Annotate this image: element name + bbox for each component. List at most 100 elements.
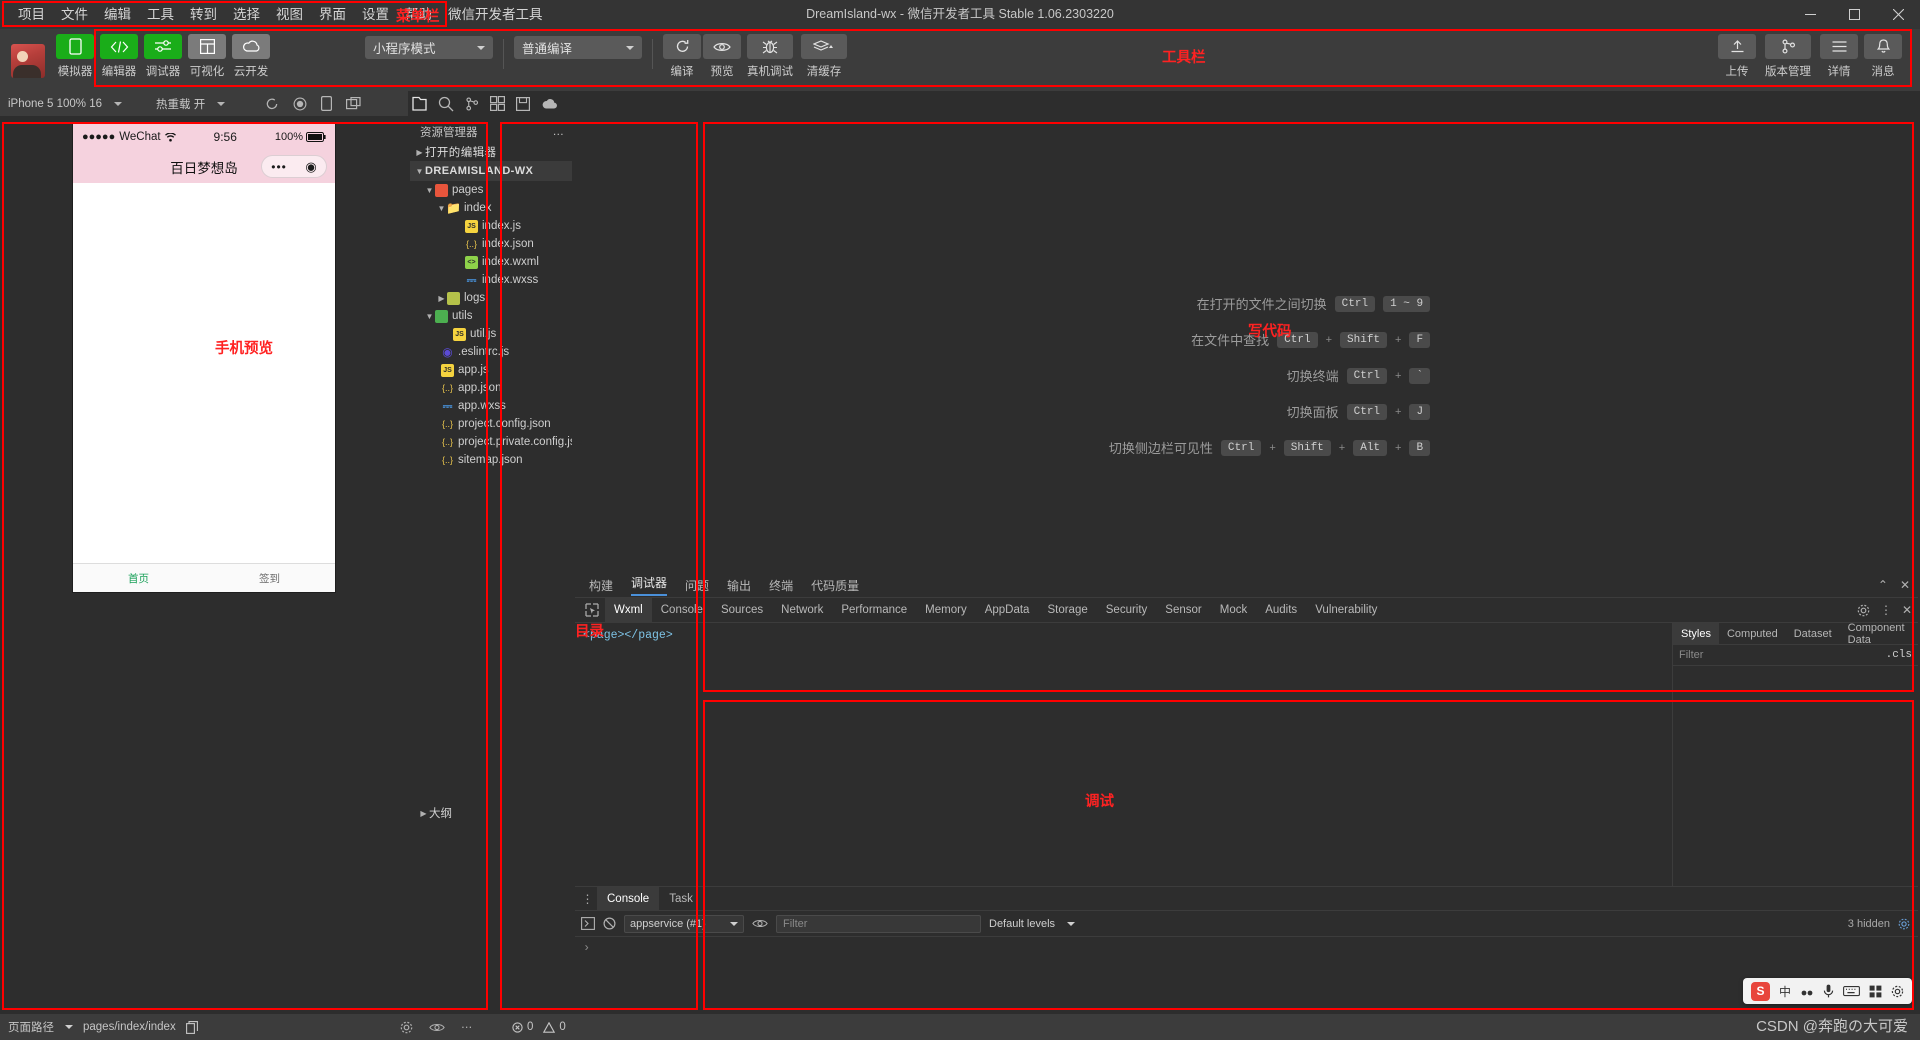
eye-icon[interactable] (429, 1022, 445, 1033)
menu-item-view[interactable]: 视图 (268, 4, 311, 26)
maximize-button[interactable] (1832, 0, 1876, 29)
tree-item-app-wxss[interactable]: ▶ ⎓ app.wxss (410, 397, 572, 415)
ellipsis-icon[interactable]: ⋯ (461, 1020, 473, 1034)
tree-item-pages[interactable]: ▼ pages (410, 181, 572, 199)
tab-terminal[interactable]: 终端 (769, 577, 793, 594)
tree-item-utils[interactable]: ▼ utils (410, 307, 572, 325)
console-context-select[interactable]: appservice (#1) (624, 914, 744, 933)
tab-problems[interactable]: 问题 (685, 577, 709, 594)
explorer-section-project-root[interactable]: ▼ DREAMISLAND-WX (410, 161, 572, 181)
menu-item-select[interactable]: 选择 (225, 4, 268, 26)
menu-item-goto[interactable]: 转到 (182, 4, 225, 26)
cloud-dev-button[interactable]: 云开发 (232, 34, 270, 79)
explorer-more-icon[interactable]: … (553, 126, 565, 138)
details-button[interactable]: 详情 (1820, 34, 1858, 79)
tree-item-project-config[interactable]: ▶ {..} project.config.json (410, 415, 572, 433)
tree-item-app-json[interactable]: ▶ {..} app.json (410, 379, 572, 397)
console-prompt[interactable]: › (575, 937, 1918, 955)
save-icon[interactable] (516, 96, 530, 111)
tab-output[interactable]: 输出 (727, 577, 751, 594)
menu-item-ui[interactable]: 界面 (311, 4, 354, 26)
device-select[interactable]: iPhone 5 100% 16 (8, 98, 122, 110)
tree-item-index-js[interactable]: ▶ JS index.js (410, 217, 572, 235)
ime-lang-toggle[interactable]: 中 (1779, 983, 1791, 1000)
phone-tab-home[interactable]: 首页 (73, 571, 204, 586)
close-icon[interactable]: ✕ (1902, 603, 1912, 617)
ime-settings-icon[interactable] (1891, 985, 1904, 998)
devtools-tab-mock[interactable]: Mock (1211, 598, 1256, 623)
extensions-icon[interactable] (490, 96, 505, 111)
styles-tab-computed[interactable]: Computed (1719, 623, 1786, 645)
ime-mic-icon[interactable] (1823, 984, 1834, 998)
search-icon[interactable] (438, 96, 454, 112)
copy-icon[interactable] (185, 1020, 198, 1034)
compile-select[interactable]: 普通编译 (514, 36, 642, 59)
gear-icon[interactable] (400, 1021, 413, 1034)
tree-item-index-wxss[interactable]: ▶ ⎓ index.wxss (410, 271, 572, 289)
drawer-menu-icon[interactable]: ⋮ (579, 892, 597, 906)
tree-item-eslintrc[interactable]: ▶ ◉ .eslintrc.js (410, 343, 572, 361)
page-path-select[interactable]: 页面路径 (8, 1019, 73, 1035)
ime-keyboard-icon[interactable] (1843, 985, 1860, 997)
devtools-tab-wxml[interactable]: Wxml (605, 597, 652, 623)
tree-item-util-js[interactable]: ▶ JS util.js (410, 325, 572, 343)
menu-item-tools[interactable]: 工具 (139, 4, 182, 26)
styles-filter-input[interactable]: Filter (1679, 649, 1703, 661)
capsule-button[interactable]: ••• ◉ (261, 155, 327, 178)
upload-button[interactable]: 上传 (1718, 34, 1756, 79)
phone-tab-signin[interactable]: 签到 (204, 571, 335, 586)
tree-item-index-json[interactable]: ▶ {..} index.json (410, 235, 572, 253)
devtools-tab-appdata[interactable]: AppData (976, 598, 1039, 623)
console-filter-input[interactable]: Filter (776, 914, 981, 933)
styles-tab-styles[interactable]: Styles (1673, 622, 1719, 645)
tree-item-app-js[interactable]: ▶ JS app.js (410, 361, 572, 379)
devtools-tab-sensor[interactable]: Sensor (1156, 598, 1210, 623)
files-icon[interactable] (412, 96, 427, 112)
devtools-tab-vulnerability[interactable]: Vulnerability (1306, 598, 1386, 623)
devtools-tab-console[interactable]: Console (652, 598, 712, 623)
sim-detach-icon[interactable] (346, 96, 361, 111)
tree-item-logs[interactable]: ▶ logs (410, 289, 572, 307)
tab-code-quality[interactable]: 代码质量 (811, 577, 859, 594)
console-levels-select[interactable]: Default levels (989, 918, 1076, 930)
console-eye-icon[interactable] (752, 918, 768, 929)
drawer-tab-task[interactable]: Task (659, 887, 703, 911)
console-output[interactable]: › (575, 937, 1918, 1013)
devtools-tab-performance[interactable]: Performance (832, 598, 916, 623)
menu-item-settings[interactable]: 设置 (354, 4, 397, 26)
console-block-icon[interactable] (603, 917, 616, 930)
sim-device-icon[interactable] (321, 96, 332, 111)
problems-indicator[interactable]: 0 0 (512, 1021, 566, 1033)
cls-button[interactable]: .cls (1886, 649, 1912, 661)
devtools-tab-audits[interactable]: Audits (1256, 598, 1306, 623)
menu-bar[interactable]: 项目 文件 编辑 工具 转到 选择 视图 界面 设置 帮助 微信开发者工具 (0, 0, 551, 29)
ime-punct-icon[interactable] (1800, 985, 1814, 997)
visualization-button[interactable]: 可视化 (188, 34, 226, 79)
devtools-tab-network[interactable]: Network (772, 598, 832, 623)
styles-tab-dataset[interactable]: Dataset (1786, 623, 1840, 645)
simulator-button[interactable]: 模拟器 (56, 34, 94, 79)
cloud-strip-icon[interactable] (541, 98, 557, 110)
tree-item-index-folder[interactable]: ▼ 📁 index (410, 199, 572, 217)
close-panel-icon[interactable]: ✕ (1900, 578, 1910, 592)
ime-toolbar[interactable]: S 中 (1742, 978, 1912, 1004)
kebab-icon[interactable]: ⋮ (1880, 603, 1892, 617)
close-button[interactable] (1876, 0, 1920, 29)
devtools-tab-memory[interactable]: Memory (916, 598, 976, 623)
menu-item-file[interactable]: 文件 (53, 4, 96, 26)
devtools-tab-security[interactable]: Security (1097, 598, 1157, 623)
inspect-element-icon[interactable] (579, 598, 605, 623)
messages-button[interactable]: 消息 (1864, 34, 1902, 79)
editor-panel[interactable]: 在打开的文件之间切换 Ctrl 1 ~ 9 在文件中查找 Ctrl + Shif… (575, 116, 1918, 571)
minimize-button[interactable] (1788, 0, 1832, 29)
tree-item-sitemap-json[interactable]: ▶ {..} sitemap.json (410, 451, 572, 469)
debugger-button[interactable]: 调试器 (144, 34, 182, 79)
menu-item-edit[interactable]: 编辑 (96, 4, 139, 26)
compile-button[interactable]: 编译 (663, 34, 701, 79)
explorer-section-open-editors[interactable]: ▶ 打开的编辑器 (410, 143, 572, 161)
tree-item-project-private-config[interactable]: ▶ {..} project.private.config.js… (410, 433, 572, 451)
styles-tab-component-data[interactable]: Component Data (1840, 622, 1918, 646)
source-control-icon[interactable] (465, 96, 479, 112)
avatar[interactable] (0, 29, 56, 91)
menu-item-devtools[interactable]: 微信开发者工具 (440, 4, 551, 26)
